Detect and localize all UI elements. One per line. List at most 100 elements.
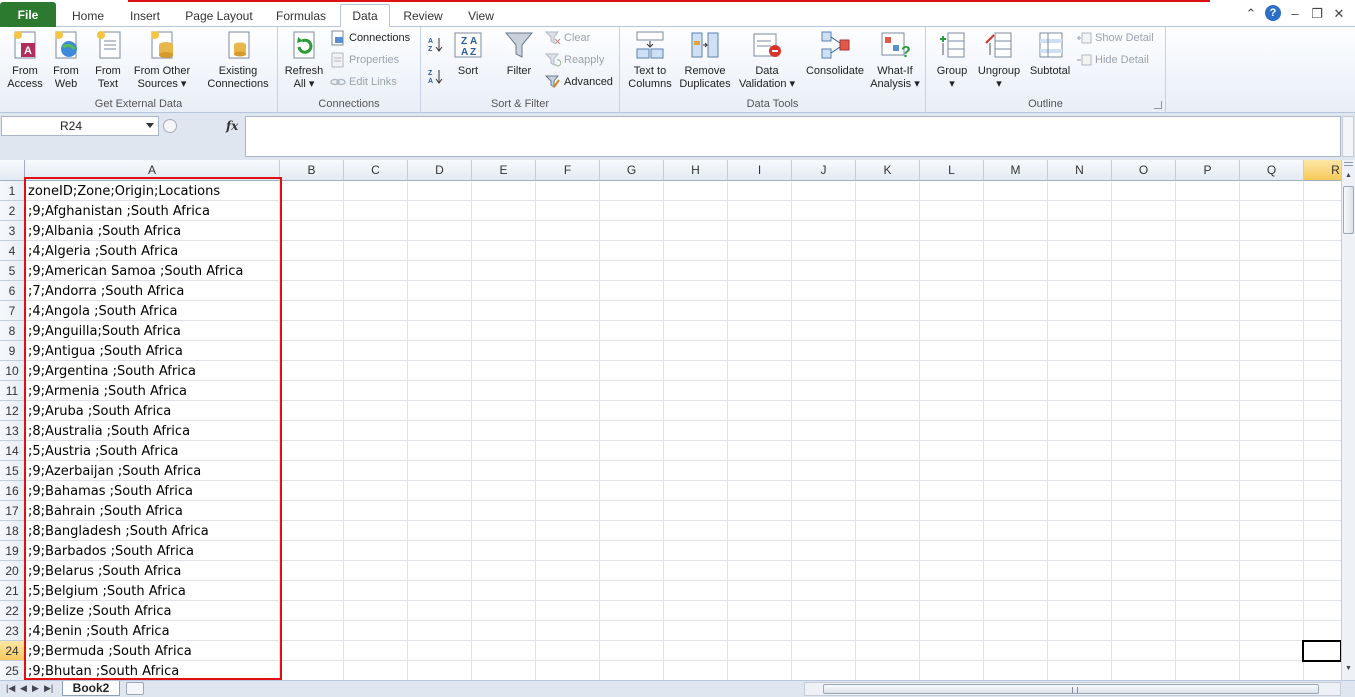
cell-a22[interactable]: ;9;Belize ;South Africa [28, 601, 172, 621]
from-text-button[interactable]: From Text [88, 29, 128, 91]
column-header-m[interactable]: M [984, 160, 1048, 181]
text-to-columns-button[interactable]: Text to Columns [624, 29, 676, 91]
column-header-g[interactable]: G [600, 160, 664, 181]
cell-a16[interactable]: ;9;Bahamas ;South Africa [28, 481, 193, 501]
cell-a11[interactable]: ;9;Armenia ;South Africa [28, 381, 187, 401]
column-header-f[interactable]: F [536, 160, 600, 181]
row-header-13[interactable]: 13 [0, 421, 25, 441]
row-header-2[interactable]: 2 [0, 201, 25, 221]
tab-data[interactable]: Data [340, 4, 390, 28]
column-header-q[interactable]: Q [1240, 160, 1304, 181]
column-header-i[interactable]: I [728, 160, 792, 181]
scroll-up-icon[interactable]: ▲ [1344, 172, 1353, 181]
scroll-down-icon[interactable]: ▼ [1344, 665, 1353, 674]
connections-button[interactable]: Connections [330, 29, 410, 47]
row-header-25[interactable]: 25 [0, 661, 25, 680]
cell-a18[interactable]: ;8;Bangladesh ;South Africa [28, 521, 209, 541]
cell-a10[interactable]: ;9;Argentina ;South Africa [28, 361, 196, 381]
tab-home[interactable]: Home [62, 4, 114, 27]
sort-z-to-a-button[interactable]: ZA [427, 67, 443, 85]
existing-connections-button[interactable]: Existing Connections [200, 29, 276, 91]
from-other-sources-button[interactable]: From Other Sources ▾ [128, 29, 196, 91]
restore-icon[interactable]: ❐ [1309, 5, 1325, 21]
show-detail-button[interactable]: Show Detail [1076, 29, 1154, 47]
chevron-down-icon[interactable] [146, 123, 154, 128]
column-header-n[interactable]: N [1048, 160, 1112, 181]
what-if-analysis-button[interactable]: ? What-If Analysis ▾ [870, 29, 920, 91]
column-header-p[interactable]: P [1176, 160, 1240, 181]
column-header-c[interactable]: C [344, 160, 408, 181]
first-sheet-icon[interactable]: |◀ [6, 683, 15, 694]
tab-page-layout[interactable]: Page Layout [176, 4, 262, 27]
cell-a6[interactable]: ;7;Andorra ;South Africa [28, 281, 184, 301]
row-header-24[interactable]: 24 [0, 641, 25, 661]
row-header-8[interactable]: 8 [0, 321, 25, 341]
column-header-o[interactable]: O [1112, 160, 1176, 181]
cell-a2[interactable]: ;9;Afghanistan ;South Africa [28, 201, 210, 221]
data-validation-button[interactable]: Data Validation ▾ [736, 29, 798, 91]
formula-bar-splitter-icon[interactable] [163, 119, 177, 133]
cell-a24[interactable]: ;9;Bermuda ;South Africa [28, 641, 192, 661]
sheet-tab-book2[interactable]: Book2 [62, 681, 120, 696]
select-all-corner[interactable] [0, 160, 25, 181]
row-header-6[interactable]: 6 [0, 281, 25, 301]
row-header-1[interactable]: 1 [0, 181, 25, 201]
row-header-12[interactable]: 12 [0, 401, 25, 421]
close-icon[interactable]: ✕ [1331, 5, 1347, 21]
row-header-20[interactable]: 20 [0, 561, 25, 581]
group-button[interactable]: Group ▾ [932, 29, 972, 91]
worksheet-grid[interactable]: A B C D E F G H I J K L M N O P Q R 1 zoneID;Zone;Origin;Lo… [0, 160, 1341, 680]
tab-formulas[interactable]: Formulas [266, 4, 336, 27]
row-header-23[interactable]: 23 [0, 621, 25, 641]
column-header-j[interactable]: J [792, 160, 856, 181]
row-header-22[interactable]: 22 [0, 601, 25, 621]
horizontal-scroll-thumb[interactable] [823, 684, 1319, 694]
active-cell-cursor[interactable] [1302, 640, 1341, 662]
column-header-a[interactable]: A [25, 160, 280, 181]
sort-button[interactable]: ZAAZ Sort [451, 29, 485, 78]
vertical-scrollbar[interactable]: ▲ ▼ [1341, 160, 1355, 680]
filter-button[interactable]: Filter [501, 29, 537, 78]
row-header-10[interactable]: 10 [0, 361, 25, 381]
row-header-21[interactable]: 21 [0, 581, 25, 601]
cell-a4[interactable]: ;4;Algeria ;South Africa [28, 241, 178, 261]
tab-review[interactable]: Review [394, 4, 452, 27]
tab-insert[interactable]: Insert [118, 4, 172, 27]
name-box[interactable]: R24 [1, 116, 159, 136]
help-icon[interactable]: ? [1265, 5, 1281, 21]
cell-a20[interactable]: ;9;Belarus ;South Africa [28, 561, 181, 581]
cell-a3[interactable]: ;9;Albania ;South Africa [28, 221, 181, 241]
cell-a7[interactable]: ;4;Angola ;South Africa [28, 301, 177, 321]
scroll-thumb[interactable] [1343, 186, 1354, 234]
next-sheet-icon[interactable]: ▶ [32, 683, 39, 694]
reapply-button[interactable]: Reapply [545, 51, 604, 69]
properties-button[interactable]: Properties [330, 51, 399, 69]
cell-a5[interactable]: ;9;American Samoa ;South Africa [28, 261, 243, 281]
cell-a14[interactable]: ;5;Austria ;South Africa [28, 441, 178, 461]
column-header-e[interactable]: E [472, 160, 536, 181]
row-header-15[interactable]: 15 [0, 461, 25, 481]
row-header-3[interactable]: 3 [0, 221, 25, 241]
horizontal-scrollbar[interactable] [804, 682, 1341, 696]
cell-a17[interactable]: ;8;Bahrain ;South Africa [28, 501, 183, 521]
formula-bar-expand-icon[interactable] [1342, 116, 1354, 157]
remove-duplicates-button[interactable]: Remove Duplicates [678, 29, 732, 91]
cell-a21[interactable]: ;5;Belgium ;South Africa [28, 581, 186, 601]
column-header-l[interactable]: L [920, 160, 984, 181]
row-header-17[interactable]: 17 [0, 501, 25, 521]
column-header-k[interactable]: K [856, 160, 920, 181]
outline-dialog-launcher-icon[interactable] [1154, 101, 1162, 109]
ribbon-collapse-icon[interactable]: ⌃ [1243, 5, 1259, 21]
cell-a19[interactable]: ;9;Barbados ;South Africa [28, 541, 194, 561]
cell-a23[interactable]: ;4;Benin ;South Africa [28, 621, 170, 641]
row-header-9[interactable]: 9 [0, 341, 25, 361]
advanced-button[interactable]: Advanced [545, 73, 613, 91]
split-handle-icon[interactable] [1344, 162, 1353, 166]
subtotal-button[interactable]: Subtotal [1026, 29, 1074, 78]
row-header-7[interactable]: 7 [0, 301, 25, 321]
from-access-button[interactable]: A From Access [4, 29, 46, 91]
cell-a1[interactable]: zoneID;Zone;Origin;Locations [28, 181, 220, 201]
column-header-r[interactable]: R [1304, 160, 1341, 181]
insert-function-icon[interactable]: fx [226, 119, 238, 133]
cell-a8[interactable]: ;9;Anguilla;South Africa [28, 321, 181, 341]
